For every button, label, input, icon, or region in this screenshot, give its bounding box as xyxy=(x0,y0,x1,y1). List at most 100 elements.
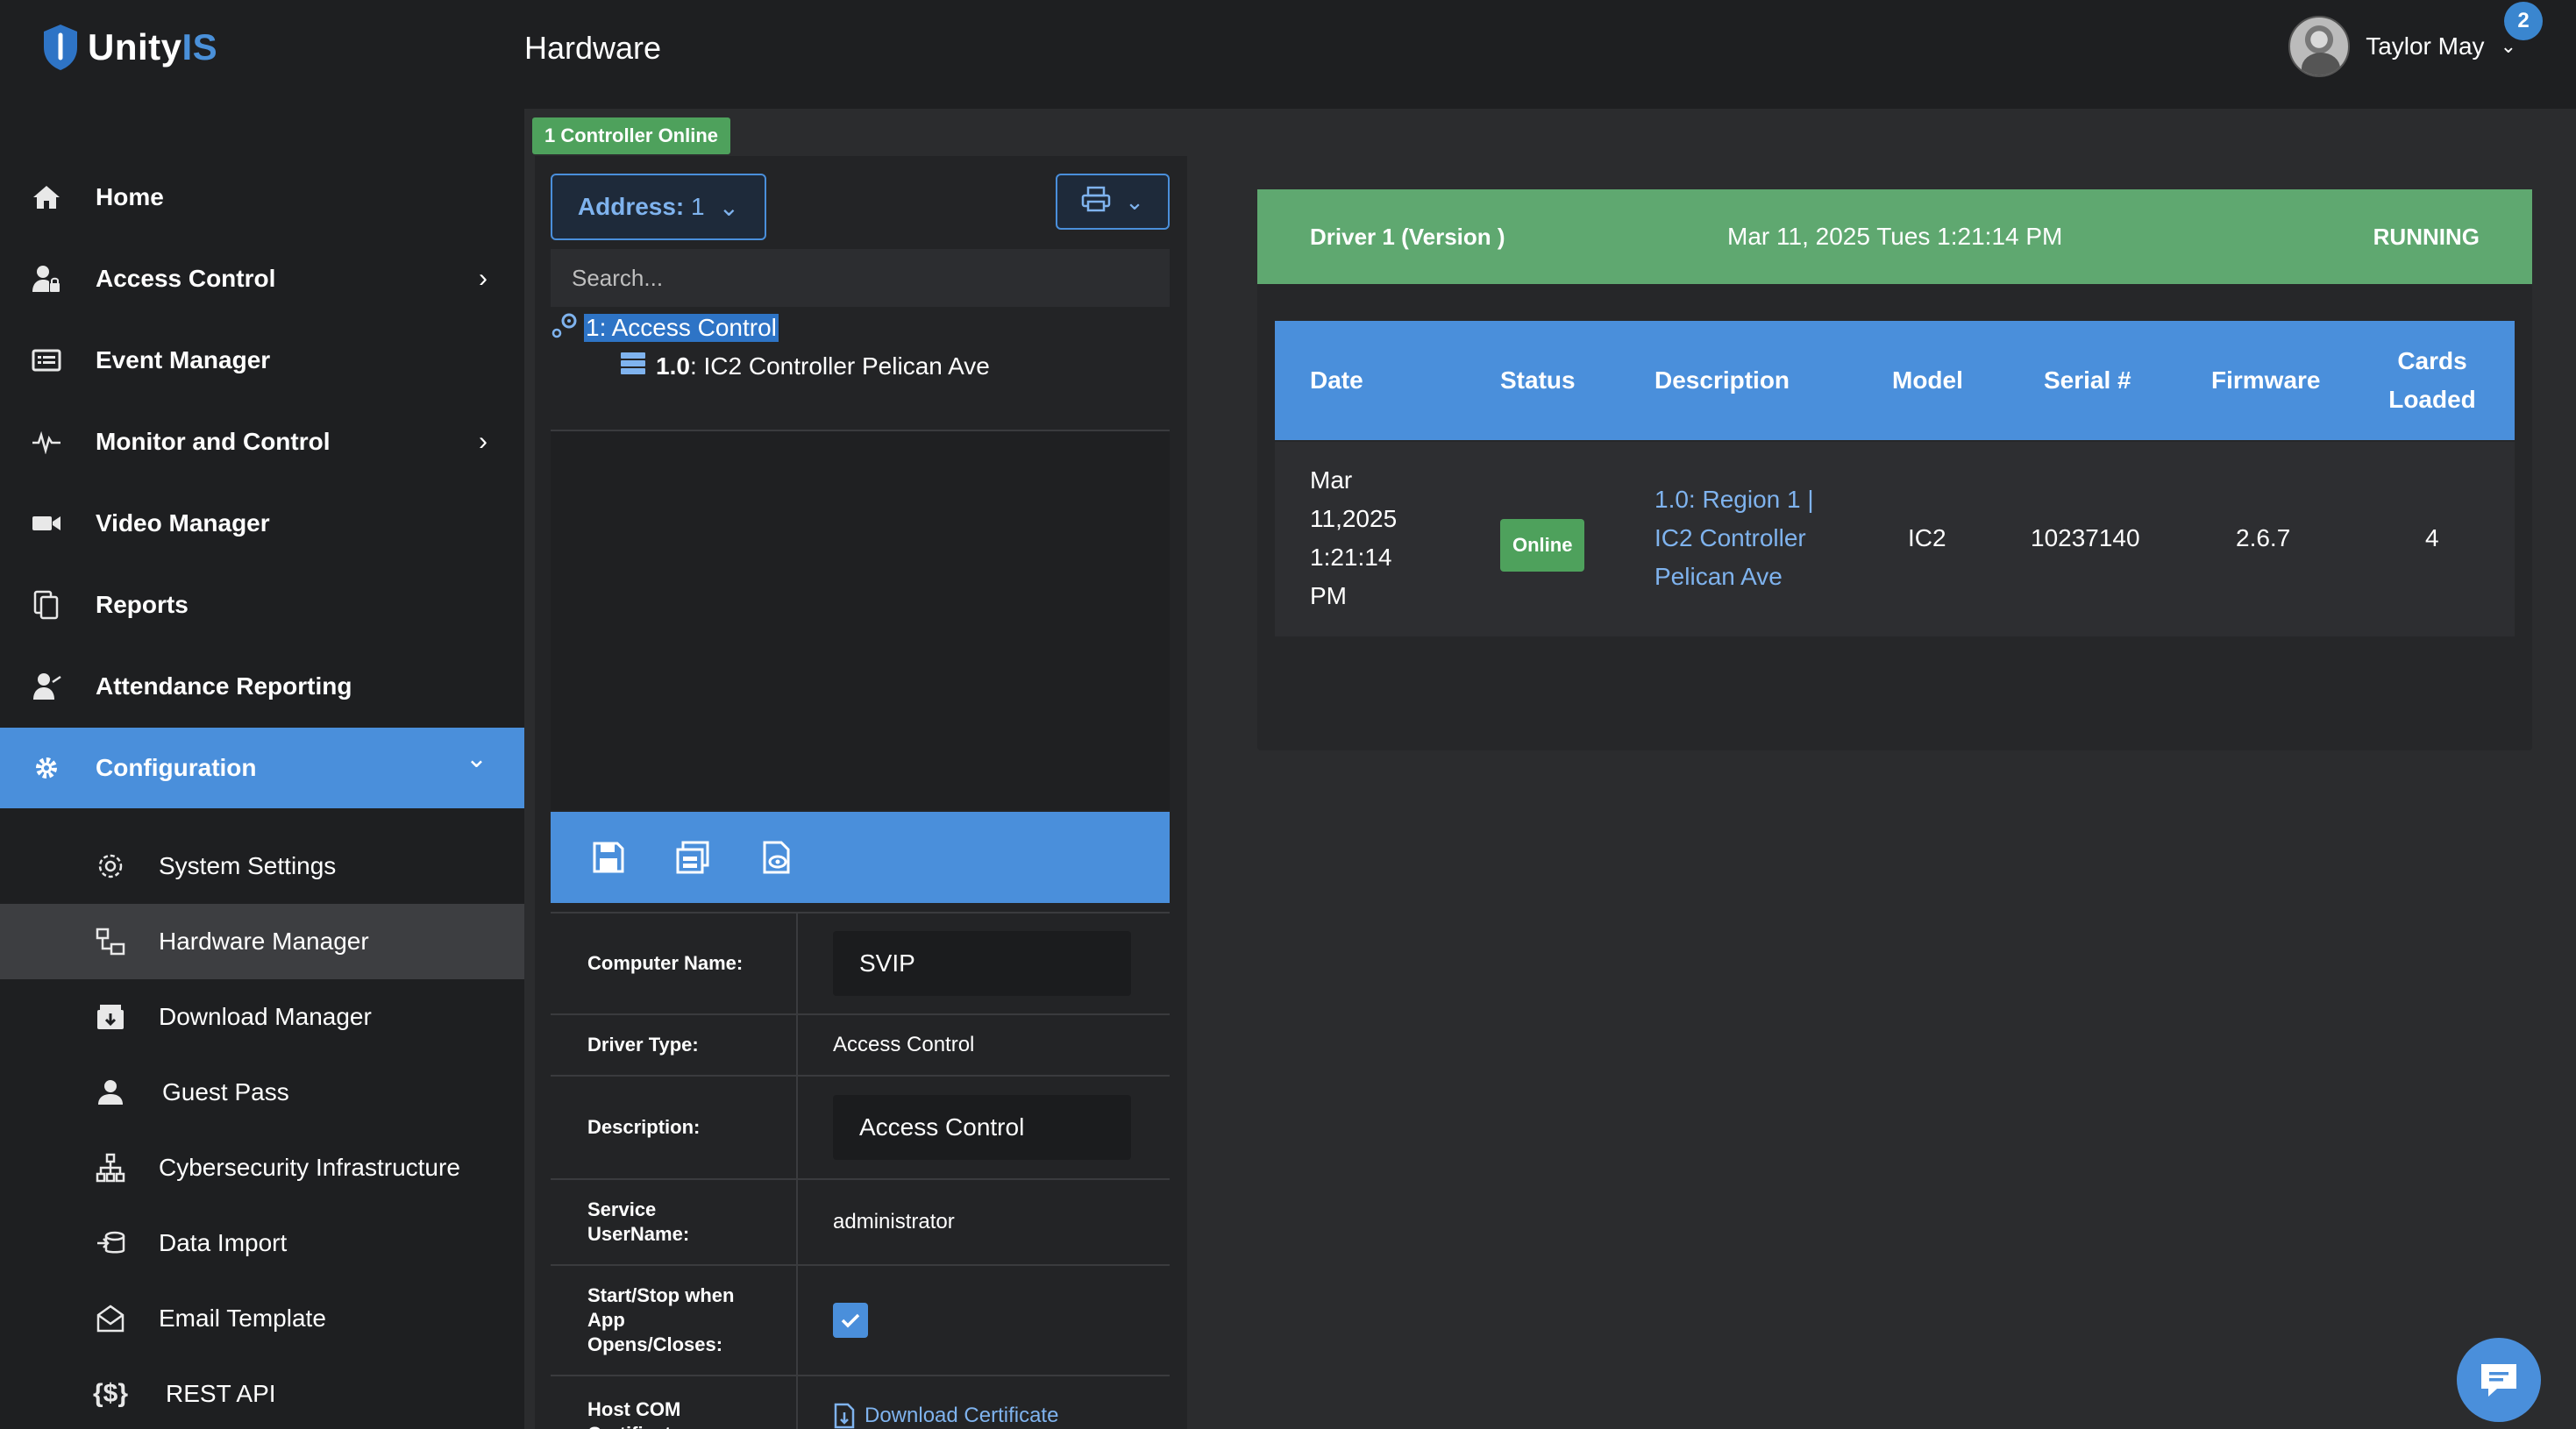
tree-node-label: 1.0: IC2 Controller Pelican Ave xyxy=(656,352,990,380)
shield-logo-icon xyxy=(44,25,77,70)
sidebar-item-access-control[interactable]: Access Control › xyxy=(0,238,524,319)
sidebar-item-label: Video Manager xyxy=(96,509,270,537)
service-username-label: Service UserName: xyxy=(551,1180,798,1264)
view-document-icon[interactable] xyxy=(758,838,796,877)
sidebar-item-attendance-reporting[interactable]: Attendance Reporting xyxy=(0,646,524,727)
sidebar-item-label: Configuration xyxy=(96,754,257,781)
sidebar-subitem-cybersecurity-infrastructure[interactable]: Cybersecurity Infrastructure xyxy=(0,1130,524,1205)
sidebar-item-label: Reports xyxy=(96,591,189,618)
sidebar-item-configuration[interactable]: Configuration ⌄ xyxy=(0,728,524,808)
col-header-status[interactable]: Status xyxy=(1500,321,1576,440)
tree-node-root[interactable]: 1: Access Control xyxy=(551,310,779,345)
sidebar-subitem-label: Data Import xyxy=(159,1229,288,1256)
col-header-model[interactable]: Model xyxy=(1892,321,1963,440)
computer-name-label: Computer Name: xyxy=(551,914,798,1013)
save-icon[interactable] xyxy=(589,838,628,877)
printer-icon xyxy=(1081,186,1111,218)
col-header-firmware[interactable]: Firmware xyxy=(2211,321,2321,440)
user-menu[interactable]: Taylor May ⌄ xyxy=(2288,16,2516,77)
description-input[interactable]: Access Control xyxy=(833,1095,1131,1160)
sidebar-subitem-email-template[interactable]: Email Template xyxy=(0,1281,524,1356)
startstop-checkbox[interactable] xyxy=(833,1303,868,1338)
sidebar-item-video-manager[interactable]: Video Manager xyxy=(0,483,524,564)
download-box-icon xyxy=(93,999,128,1034)
address-dropdown[interactable]: Address: 1 ⌄ xyxy=(551,174,766,240)
driver-status-bar: Driver 1 (Version ) Mar 11, 2025 Tues 1:… xyxy=(1257,189,2532,284)
cell-model: IC2 xyxy=(1908,524,1946,551)
chat-support-button[interactable] xyxy=(2457,1338,2541,1422)
sidebar-item-label: Event Manager xyxy=(96,346,271,373)
avatar[interactable] xyxy=(2288,16,2351,77)
chevron-down-icon: ⌄ xyxy=(465,744,487,773)
sidebar-subitem-system-settings[interactable]: System Settings xyxy=(0,828,524,904)
sidebar-item-label: Attendance Reporting xyxy=(96,672,352,700)
driver-type-label: Driver Type: xyxy=(551,1015,798,1075)
sidebar-subitem-label: Download Manager xyxy=(159,1003,372,1030)
sidebar-subitem-label: Email Template xyxy=(159,1305,326,1332)
form-row-host-com: Host COM Certificate: Download Certifica… xyxy=(551,1375,1170,1429)
col-header-date[interactable]: Date xyxy=(1310,321,1363,440)
table-header: Date Status Description Model Serial # F… xyxy=(1275,321,2515,440)
home-icon xyxy=(30,181,63,214)
sidebar-item-reports[interactable]: Reports xyxy=(0,565,524,645)
col-header-description[interactable]: Description xyxy=(1654,321,1790,440)
sidebar-subitem-hardware-manager[interactable]: Hardware Manager xyxy=(0,904,524,979)
pulse-icon xyxy=(30,425,63,459)
computer-name-input[interactable]: SVIP xyxy=(833,931,1131,996)
cell-serial: 10237140 xyxy=(2031,524,2140,551)
checkmark-icon xyxy=(841,1313,860,1328)
controller-online-badge: 1 Controller Online xyxy=(532,117,731,154)
print-dropdown[interactable]: ⌄ xyxy=(1056,174,1170,230)
reports-icon xyxy=(30,588,63,622)
unityis-logo[interactable]: UnityIS xyxy=(40,21,217,74)
email-icon xyxy=(93,1301,128,1336)
tree-node-controller[interactable]: 1.0: IC2 Controller Pelican Ave xyxy=(619,349,990,384)
sidebar-subitem-data-import[interactable]: Data Import xyxy=(0,1205,524,1281)
form-toolbar xyxy=(551,812,1170,903)
sidebar-subitem-rest-api[interactable]: {$} REST API xyxy=(0,1356,524,1429)
tree-search-input[interactable] xyxy=(551,249,1170,307)
notification-badge[interactable]: 2 xyxy=(2504,2,2543,40)
list-icon xyxy=(30,344,63,377)
gear-icon xyxy=(30,751,63,785)
sidebar-subitem-guest-pass[interactable]: Guest Pass xyxy=(0,1055,524,1130)
form-row-startstop: Start/Stop when App Opens/Closes: xyxy=(551,1264,1170,1375)
sidebar-subitem-label: Guest Pass xyxy=(162,1078,289,1106)
sidebar-item-home[interactable]: Home xyxy=(0,157,524,238)
save-all-icon[interactable] xyxy=(673,838,712,877)
chevron-down-icon: ⌄ xyxy=(1125,188,1144,215)
settings-cog-icon xyxy=(93,849,128,884)
chevron-down-icon: ⌄ xyxy=(2500,35,2516,57)
logo-text: UnityIS xyxy=(88,26,218,68)
sidebar-item-event-manager[interactable]: Event Manager xyxy=(0,320,524,401)
cell-description-link[interactable]: 1.0: Region 1 | IC2 Controller Pelican A… xyxy=(1654,480,1830,596)
sidebar-item-label: Home xyxy=(96,183,164,210)
user-lock-icon xyxy=(30,262,63,295)
sidebar-subitem-label: Cybersecurity Infrastructure xyxy=(159,1154,460,1181)
chevron-right-icon: › xyxy=(479,427,487,456)
cell-cards-loaded: 4 xyxy=(2425,524,2439,551)
driver-datetime: Mar 11, 2025 Tues 1:21:14 PM xyxy=(1727,223,2063,250)
table-row[interactable]: Mar 11,2025 1:21:14 PM Online 1.0: Regio… xyxy=(1275,442,2515,636)
driver-type-value: Access Control xyxy=(833,1033,975,1056)
top-bar: UnityIS Hardware Taylor May ⌄ 2 xyxy=(0,0,2576,109)
col-header-serial[interactable]: Serial # xyxy=(2044,321,2131,440)
download-certificate-link[interactable]: Download Certificate xyxy=(833,1403,1058,1429)
user-name: Taylor May xyxy=(2366,32,2485,60)
chevron-down-icon: ⌄ xyxy=(718,193,740,221)
chevron-right-icon: › xyxy=(479,264,487,293)
form-row-computer-name: Computer Name: SVIP xyxy=(551,912,1170,1013)
hardware-icon xyxy=(93,924,128,959)
sidebar-subitem-label: Hardware Manager xyxy=(159,928,369,955)
chat-icon xyxy=(2481,1364,2516,1397)
sidebar-item-monitor-and-control[interactable]: Monitor and Control › xyxy=(0,402,524,482)
sidebar-subitem-download-manager[interactable]: Download Manager xyxy=(0,979,524,1055)
attendance-icon xyxy=(30,670,63,703)
host-com-label: Host COM Certificate: xyxy=(551,1376,798,1429)
file-download-icon xyxy=(834,1403,855,1429)
tree-node-label: 1: Access Control xyxy=(584,314,779,342)
sidebar-item-label: Access Control xyxy=(96,265,276,292)
page-title: Hardware xyxy=(524,30,662,66)
col-header-cards-loaded[interactable]: Cards Loaded xyxy=(2385,321,2480,440)
status-badge: Online xyxy=(1500,519,1585,572)
